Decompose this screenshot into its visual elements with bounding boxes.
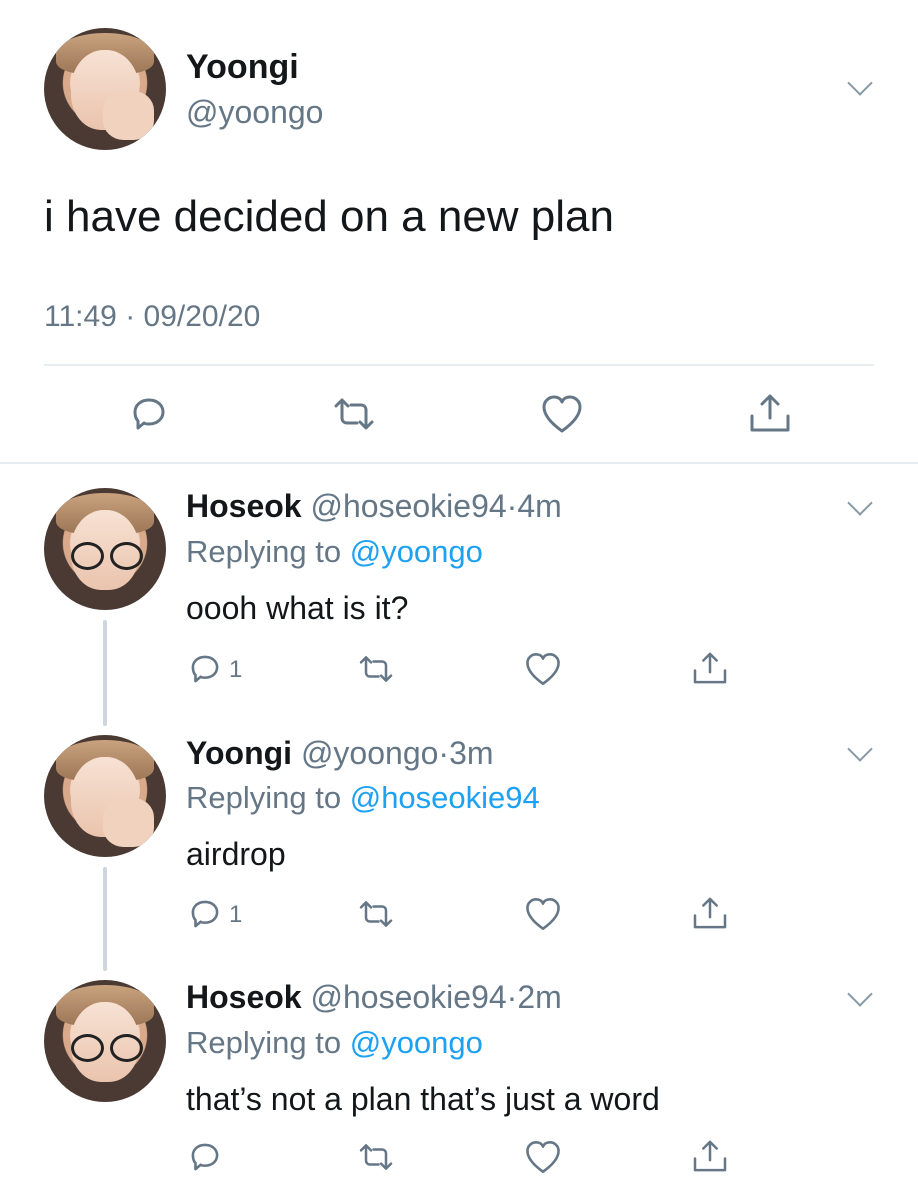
reply-age: 2m bbox=[517, 979, 562, 1015]
avatar[interactable] bbox=[44, 735, 166, 857]
replying-to-link[interactable]: @hoseokie94 bbox=[350, 780, 540, 815]
replying-to: Replying to @hoseokie94 bbox=[186, 780, 540, 816]
reply-age: 4m bbox=[517, 488, 562, 524]
author-name[interactable]: Hoseok bbox=[186, 488, 302, 524]
author-name[interactable]: Hoseok bbox=[186, 979, 302, 1015]
meta-separator: · bbox=[438, 735, 450, 771]
meta-separator: · bbox=[125, 300, 136, 333]
author-name[interactable]: Yoongi bbox=[186, 48, 299, 87]
author-handle[interactable]: @yoongo bbox=[301, 735, 438, 771]
divider bbox=[0, 462, 918, 464]
tweet-text: i have decided on a new plan bbox=[44, 192, 614, 241]
reply-age: 3m bbox=[449, 735, 494, 771]
share-icon[interactable] bbox=[690, 1136, 730, 1176]
avatar[interactable] bbox=[44, 488, 166, 610]
replying-prefix: Replying to bbox=[186, 780, 342, 815]
chevron-down-icon[interactable] bbox=[847, 490, 873, 516]
replying-to-link[interactable]: @yoongo bbox=[350, 534, 483, 569]
replying-to: Replying to @yoongo bbox=[186, 1025, 483, 1061]
chevron-down-icon[interactable] bbox=[847, 736, 873, 762]
reply-header: Yoongi @yoongo·3m bbox=[186, 735, 494, 772]
avatar[interactable] bbox=[44, 980, 166, 1102]
reply-count: 1 bbox=[229, 656, 243, 683]
thread-line bbox=[103, 620, 107, 726]
tweet-time: 11:49 bbox=[44, 300, 117, 333]
reply-header: Hoseok @hoseokie94·2m bbox=[186, 979, 562, 1016]
like-icon[interactable] bbox=[524, 895, 562, 933]
like-icon[interactable] bbox=[540, 393, 584, 435]
meta-separator: · bbox=[506, 979, 518, 1015]
replying-prefix: Replying to bbox=[186, 534, 342, 569]
share-icon[interactable] bbox=[690, 893, 730, 933]
divider bbox=[44, 364, 874, 366]
author-handle[interactable]: @hoseokie94 bbox=[310, 488, 506, 524]
author-handle[interactable]: @hoseokie94 bbox=[310, 979, 506, 1015]
replying-to: Replying to @yoongo bbox=[186, 534, 483, 570]
like-icon[interactable] bbox=[524, 650, 562, 688]
reply-icon[interactable] bbox=[186, 895, 224, 933]
tweet-timestamp: 11:49 · 09/20/20 bbox=[44, 300, 260, 334]
reply-icon[interactable] bbox=[186, 650, 224, 688]
reply-icon[interactable] bbox=[127, 392, 171, 436]
reply-text: airdrop bbox=[186, 836, 286, 872]
reply-icon[interactable] bbox=[186, 1138, 224, 1176]
reply-header: Hoseok @hoseokie94·4m bbox=[186, 488, 562, 525]
replying-prefix: Replying to bbox=[186, 1025, 342, 1060]
author-name[interactable]: Yoongi bbox=[186, 735, 292, 771]
tweet-date: 09/20/20 bbox=[143, 300, 261, 333]
retweet-icon[interactable] bbox=[356, 895, 396, 933]
like-icon[interactable] bbox=[524, 1138, 562, 1176]
meta-separator: · bbox=[506, 488, 518, 524]
thread-line bbox=[103, 867, 107, 971]
replying-to-link[interactable]: @yoongo bbox=[350, 1025, 483, 1060]
reply-text: that’s not a plan that’s just a word bbox=[186, 1081, 660, 1117]
share-icon[interactable] bbox=[746, 390, 794, 436]
retweet-icon[interactable] bbox=[330, 392, 378, 436]
retweet-icon[interactable] bbox=[356, 650, 396, 688]
avatar[interactable] bbox=[44, 28, 166, 150]
share-icon[interactable] bbox=[690, 648, 730, 688]
reply-text: oooh what is it? bbox=[186, 590, 409, 626]
author-handle[interactable]: @yoongo bbox=[186, 94, 323, 131]
chevron-down-icon[interactable] bbox=[847, 981, 873, 1007]
retweet-icon[interactable] bbox=[356, 1138, 396, 1176]
reply-count: 1 bbox=[229, 901, 243, 928]
chevron-down-icon[interactable] bbox=[847, 70, 873, 96]
